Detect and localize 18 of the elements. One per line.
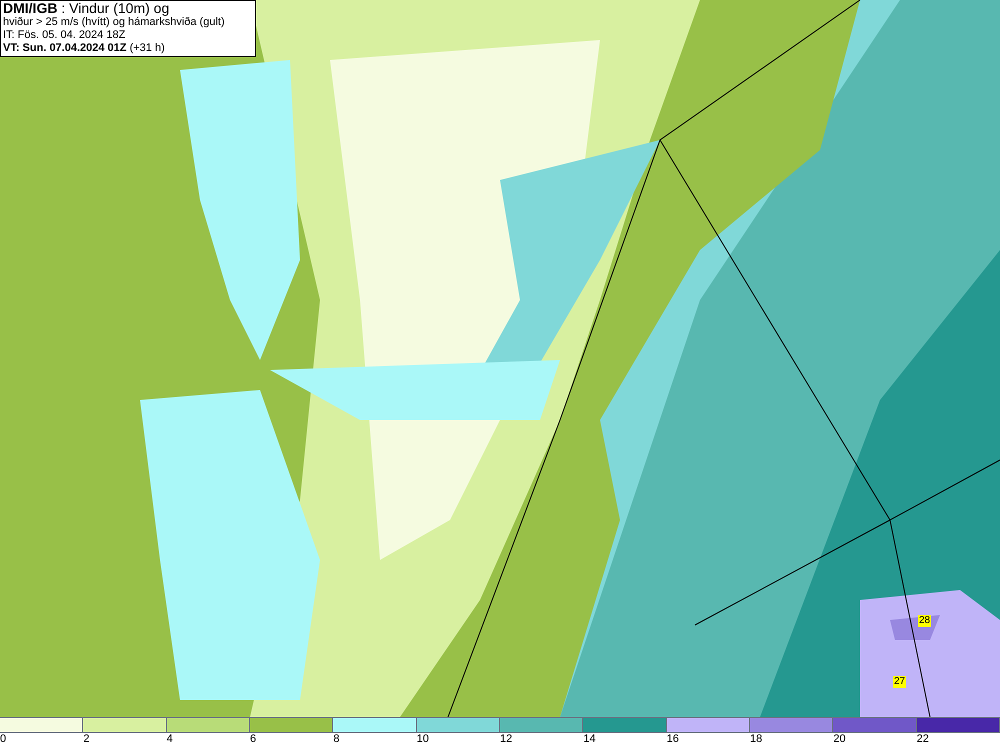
legend-label: 22 bbox=[916, 733, 929, 745]
legend-label: 12 bbox=[500, 733, 512, 745]
legend-label: 2 bbox=[83, 733, 90, 745]
legend-label: 16 bbox=[666, 733, 679, 745]
max-gust-label: 28 bbox=[918, 615, 932, 627]
legend-label: 0 bbox=[0, 733, 6, 745]
map-title: DMI/IGB : Vindur (10m) og bbox=[3, 1, 170, 16]
legend-label: 8 bbox=[333, 733, 340, 745]
legend-label: 20 bbox=[833, 733, 846, 745]
legend-label: 18 bbox=[750, 733, 762, 745]
header-line: VT: Sun. 07.04.2024 01Z (+31 h) bbox=[3, 42, 166, 55]
legend-label: 10 bbox=[416, 733, 429, 745]
header-line: hviður > 25 m/s (hvítt) og hámarkshviða (gult) bbox=[3, 16, 226, 29]
header-line: IT: Fös. 05. 04. 2024 18Z bbox=[3, 29, 126, 42]
max-gust-label: 27 bbox=[893, 676, 906, 688]
legend-label: 4 bbox=[166, 733, 173, 745]
legend-label: 6 bbox=[250, 733, 256, 745]
legend-label: 14 bbox=[583, 733, 596, 745]
